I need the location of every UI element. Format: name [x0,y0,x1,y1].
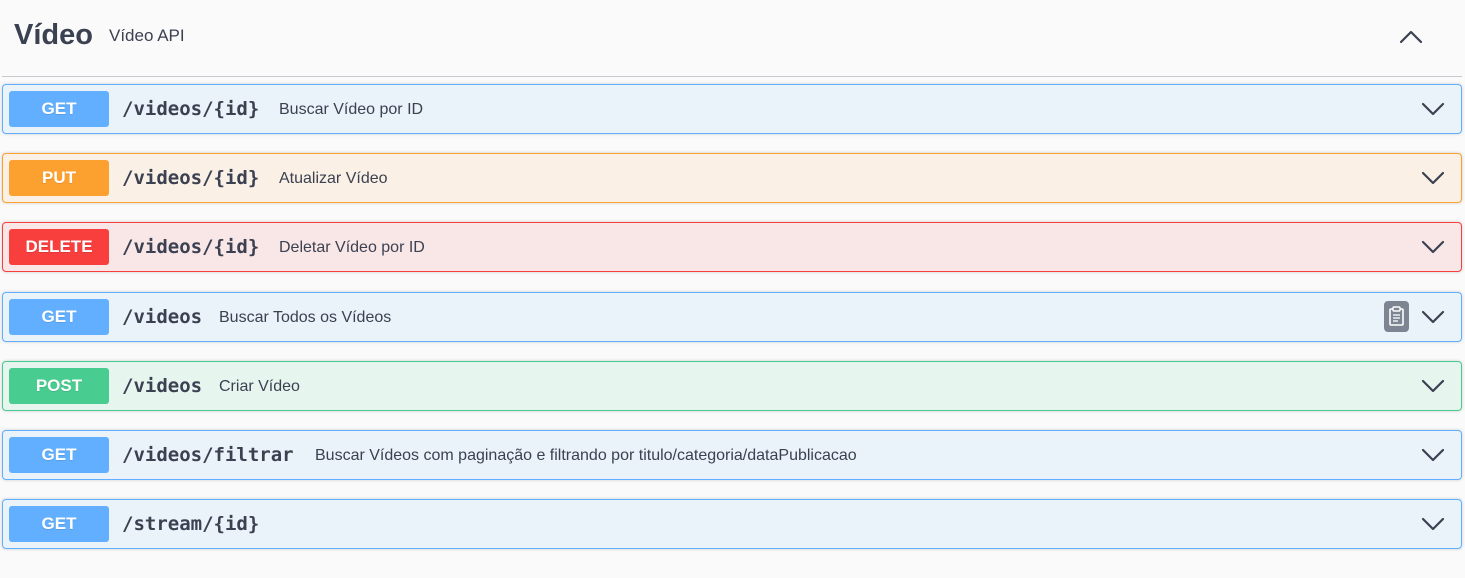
operation-path: /stream/{id} [122,513,260,535]
method-badge: GET [9,91,109,127]
chevron-down-icon[interactable] [1420,97,1446,121]
clipboard-icon[interactable] [1384,301,1409,332]
operation-get-videos-id[interactable]: GET /videos/{id} Buscar Vídeo por ID [2,84,1462,134]
operation-path: /videos/{id} [122,98,260,120]
operation-summary: Buscar Vídeo por ID [279,101,424,118]
operation-get-stream-id[interactable]: GET /stream/{id} [2,499,1462,549]
chevron-down-icon[interactable] [1420,512,1446,536]
operation-get-videos[interactable]: GET /videos Buscar Todos os Vídeos [2,292,1462,342]
method-badge: PUT [9,160,109,196]
operation-summary: Criar Vídeo [219,378,300,395]
chevron-down-icon[interactable] [1420,166,1446,190]
operation-get-videos-filtrar[interactable]: GET /videos/filtrar Buscar Vídeos com pa… [2,430,1462,480]
method-badge: POST [9,368,109,404]
chevron-down-icon[interactable] [1420,443,1446,467]
chevron-down-icon[interactable] [1420,305,1446,329]
operation-put-videos-id[interactable]: PUT /videos/{id} Atualizar Vídeo [2,153,1462,203]
operation-path: /videos/filtrar [122,444,294,466]
operation-summary: Deletar Vídeo por ID [279,239,425,256]
operation-path: /videos [122,375,203,397]
operation-path: /videos [122,306,203,328]
tag-description: Vídeo API [109,26,185,45]
operation-summary: Atualizar Vídeo [279,170,388,187]
operation-path: /videos/{id} [122,167,260,189]
operation-summary: Buscar Vídeos com paginação e filtrando … [315,447,857,464]
chevron-down-icon[interactable] [1420,235,1446,259]
chevron-up-icon[interactable] [1395,21,1427,49]
method-badge: GET [9,506,109,542]
chevron-down-icon[interactable] [1420,374,1446,398]
tag-title: Vídeo [14,19,93,51]
operation-post-videos[interactable]: POST /videos Criar Vídeo [2,361,1462,411]
tag-header[interactable]: Vídeo Vídeo API [2,0,1462,77]
operation-summary: Buscar Todos os Vídeos [219,309,392,326]
method-badge: GET [9,437,109,473]
operation-path: /videos/{id} [122,236,260,258]
method-badge: GET [9,299,109,335]
method-badge: DELETE [9,229,109,265]
operation-delete-videos-id[interactable]: DELETE /videos/{id} Deletar Vídeo por ID [2,222,1462,272]
